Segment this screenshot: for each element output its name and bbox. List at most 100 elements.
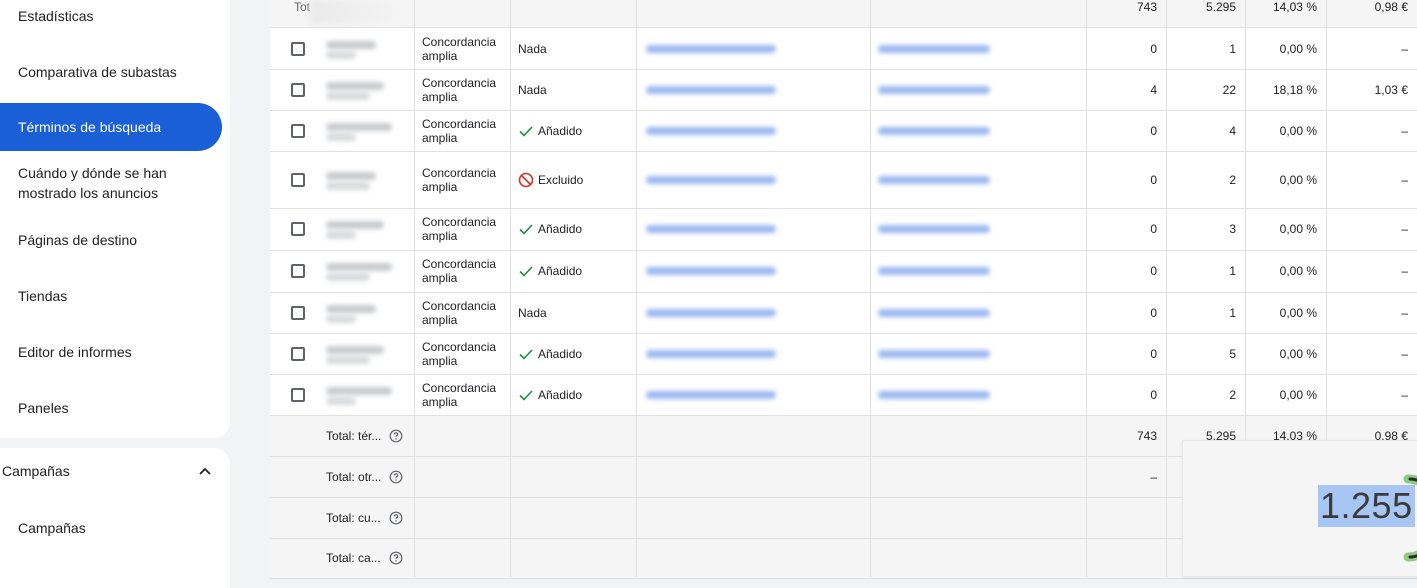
row-checkbox[interactable]	[291, 222, 305, 236]
metric-c2: 4	[1229, 123, 1236, 138]
block-icon	[518, 172, 534, 187]
sidebar-item-label: Cuándo y dónde se han mostrado los anunc…	[18, 165, 167, 201]
metric-c1: 0	[1150, 172, 1157, 187]
check-icon	[519, 224, 533, 235]
sidebar-item-campanas[interactable]: Campañas	[0, 517, 222, 539]
row-checkbox[interactable]	[291, 264, 305, 278]
metric-c4: –	[1401, 346, 1408, 361]
total-c1: 743	[1136, 428, 1157, 443]
blurred-adgroup-link[interactable]	[878, 85, 990, 94]
blurred-adgroup-link[interactable]	[878, 349, 990, 358]
sidebar-item-label: Páginas de destino	[18, 232, 138, 248]
blurred-search-term	[326, 221, 384, 229]
metric-c1: 0	[1150, 346, 1157, 361]
status-label: Añadido	[538, 123, 583, 138]
blurred-search-term	[326, 91, 370, 100]
sidebar-item-comparativa[interactable]: Comparativa de subastas	[0, 61, 222, 83]
blurred-campaign-link[interactable]	[646, 44, 776, 53]
status-label: Nada	[518, 305, 547, 320]
sidebar-item-cuando-donde[interactable]: Cuándo y dónde se han mostrado los anunc…	[0, 163, 222, 203]
metric-c3: 0,00 %	[1279, 305, 1317, 320]
status-label: Añadido	[538, 222, 583, 236]
blurred-search-term	[326, 396, 356, 405]
help-icon[interactable]	[389, 551, 403, 565]
metric-c2: 22	[1222, 82, 1236, 97]
top-total-label: Tot	[294, 0, 311, 14]
metric-c4: –	[1401, 172, 1408, 187]
status-label: Nada	[518, 82, 547, 97]
sidebar-item-label: Términos de búsqueda	[18, 119, 162, 135]
metric-c3: 0,00 %	[1279, 264, 1317, 278]
blurred-campaign-link[interactable]	[646, 85, 776, 94]
sidebar-item-label: Comparativa de subastas	[18, 64, 177, 80]
status-cell: Añadido	[518, 333, 582, 374]
sidebar-item-paneles[interactable]: Paneles	[0, 397, 222, 419]
row-checkbox[interactable]	[291, 123, 305, 138]
metric-c2: 5	[1229, 346, 1236, 361]
sidebar-item-editor-informes[interactable]: Editor de informes	[0, 341, 222, 363]
blurred-campaign-link[interactable]	[646, 308, 776, 317]
blurred-adgroup-link[interactable]	[878, 390, 990, 399]
metric-c1: 0	[1150, 305, 1157, 320]
blurred-campaign-link[interactable]	[646, 349, 776, 358]
status-cell: Nada	[518, 69, 547, 110]
match-type: Concordancia amplia	[422, 339, 497, 368]
row-checkbox[interactable]	[291, 172, 305, 187]
row-checkbox[interactable]	[291, 346, 305, 361]
sidebar-item-estadisticas[interactable]: Estadísticas	[0, 5, 222, 27]
match-type: Concordancia amplia	[422, 34, 497, 63]
top-total-c4: 0,98 €	[1374, 0, 1408, 14]
sidebar-item-paginas-destino[interactable]: Páginas de destino	[0, 229, 222, 251]
row-checkbox[interactable]	[291, 82, 305, 97]
blurred-adgroup-link[interactable]	[878, 175, 990, 184]
blurred-adgroup-link[interactable]	[878, 44, 990, 53]
match-type: Concordancia amplia	[422, 116, 497, 145]
row-checkbox[interactable]	[291, 305, 305, 320]
status-cell: Añadido	[518, 208, 582, 250]
chevron-up-icon	[199, 467, 211, 475]
sidebar-item-label: Campañas	[18, 520, 86, 536]
blurred-search-term	[326, 231, 356, 239]
blurred-search-term	[326, 345, 384, 354]
total-c1	[1086, 497, 1166, 538]
metric-c1: 4	[1150, 82, 1157, 97]
blurred-adgroup-link[interactable]	[878, 308, 990, 317]
row-checkbox[interactable]	[291, 387, 305, 402]
metric-c2: 2	[1229, 387, 1236, 402]
help-icon[interactable]	[389, 470, 403, 484]
metric-c1: 0	[1150, 264, 1157, 278]
blurred-search-term	[326, 122, 392, 131]
total-row-label-cell: Total: ca...	[326, 538, 403, 578]
status-cell: Añadido	[518, 374, 582, 415]
help-icon[interactable]	[389, 429, 403, 443]
blurred-campaign-link[interactable]	[646, 126, 776, 135]
sidebar-item-tiendas[interactable]: Tiendas	[0, 285, 222, 307]
total-row-label: Total: otr...	[326, 469, 382, 484]
blurred-adgroup-link[interactable]	[878, 225, 990, 233]
blurred-search-term	[326, 50, 356, 59]
top-total-c2: 5.295	[1205, 0, 1236, 14]
metric-c1: 0	[1150, 123, 1157, 138]
status-label: Añadido	[538, 264, 583, 278]
row-checkbox[interactable]	[291, 41, 305, 56]
sidebar-nav-card: Estadísticas Comparativa de subastas Tér…	[0, 0, 230, 438]
total-row-label-cell: Total: otr...	[326, 456, 403, 497]
section-campanas-toggle[interactable]: Campañas	[2, 460, 212, 482]
search-terms-table: Tot 743 5.295 14,03 % 0,98 € Concordancia amp…	[270, 0, 1417, 579]
column-divider	[870, 0, 871, 577]
metric-c2: 1	[1229, 264, 1236, 278]
blurred-header	[310, 0, 410, 24]
sidebar-item-terminos[interactable]: Términos de búsqueda	[0, 103, 222, 151]
blurred-adgroup-link[interactable]	[878, 126, 990, 135]
blurred-search-term	[326, 132, 356, 141]
blurred-adgroup-link[interactable]	[878, 267, 990, 275]
status-cell: Añadido	[518, 250, 582, 292]
blurred-campaign-link[interactable]	[646, 225, 776, 233]
blurred-campaign-link[interactable]	[646, 175, 776, 184]
blurred-search-term	[326, 386, 392, 395]
sidebar-item-label: Estadísticas	[18, 8, 94, 24]
help-icon[interactable]	[389, 511, 403, 525]
blurred-campaign-link[interactable]	[646, 390, 776, 399]
blurred-search-term	[326, 355, 370, 364]
blurred-campaign-link[interactable]	[646, 267, 776, 275]
